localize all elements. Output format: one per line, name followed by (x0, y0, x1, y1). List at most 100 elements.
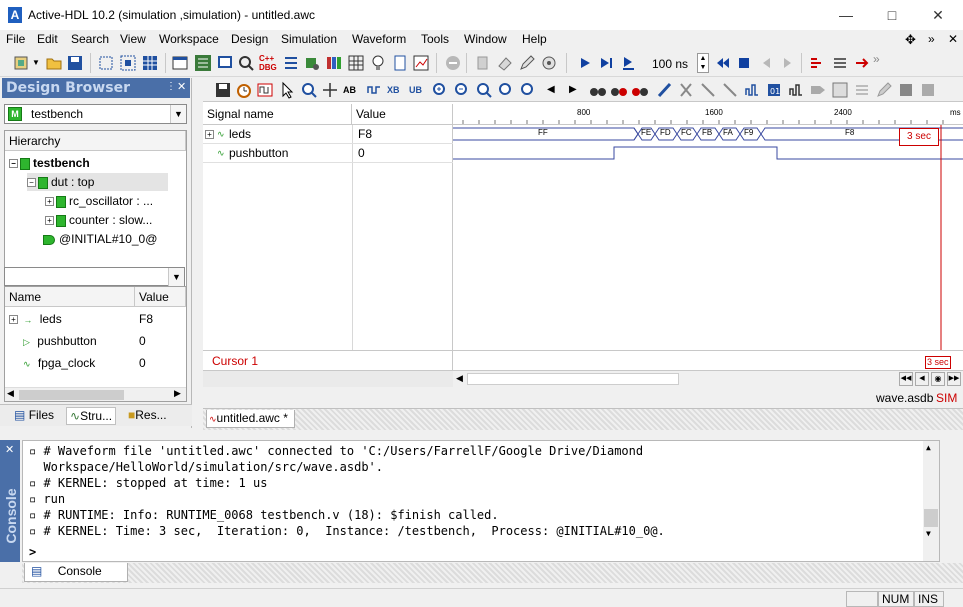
gray-square-icon[interactable] (919, 81, 937, 99)
hierarchy-icon[interactable] (194, 54, 212, 72)
chevron-down-icon[interactable]: ▼ (168, 268, 184, 286)
panel-pin-icon[interactable]: ⋮ (166, 81, 176, 92)
zoom-area-icon[interactable] (519, 81, 537, 99)
dbg-icon[interactable]: C++ DBG (259, 54, 277, 72)
prev-marker-icon[interactable]: ◀ (547, 81, 565, 99)
bit-select-icon[interactable] (699, 81, 717, 99)
library-icon[interactable] (303, 54, 321, 72)
expand-icon[interactable]: + (45, 216, 54, 226)
edit-disabled-icon[interactable] (875, 81, 893, 99)
zoom-fit-icon[interactable] (475, 81, 493, 99)
cursor-row[interactable]: Cursor 1 (203, 350, 453, 370)
tab-resources[interactable]: ■Res... (128, 408, 167, 422)
breakpoint-icon[interactable] (809, 54, 827, 72)
netlist-icon[interactable] (282, 54, 300, 72)
tab-console[interactable]: ▤ Console (24, 563, 128, 582)
tab-files[interactable]: ▤ Files (14, 408, 54, 422)
virtual-bus-icon[interactable]: XB (387, 81, 405, 99)
stop-icon[interactable] (735, 54, 753, 72)
pointer-icon[interactable] (279, 81, 297, 99)
menu-window[interactable]: Window (464, 32, 507, 46)
export-icon[interactable]: 01 (765, 81, 783, 99)
find-next-icon[interactable] (610, 81, 628, 99)
tree-item-initial-process[interactable]: @INITIAL#10_0@ (43, 230, 157, 248)
tree-item-dut[interactable]: − dut : top (27, 173, 168, 191)
binoculars-icon[interactable] (589, 81, 607, 99)
open-folder-icon[interactable] (45, 54, 63, 72)
stats-icon[interactable] (743, 81, 761, 99)
run-until-icon[interactable] (620, 54, 638, 72)
scroll-up-icon[interactable]: ▲ (926, 443, 931, 452)
panel-close-icon[interactable]: ✕ (177, 80, 186, 93)
save-icon[interactable] (66, 54, 84, 72)
signal-name-header[interactable]: Signal name (203, 104, 352, 125)
scroll-down-icon[interactable]: ▼ (926, 529, 931, 538)
compile-icon[interactable] (97, 54, 115, 72)
text-tool-icon[interactable]: AB (343, 81, 361, 99)
minimize-button[interactable]: — (823, 0, 869, 30)
scroll-thumb[interactable] (19, 390, 124, 400)
tree-item-rc-oscillator[interactable]: + rc_oscillator : ... (45, 192, 153, 210)
sim-time-field[interactable]: 100 ns (652, 57, 688, 71)
value-header[interactable]: Value (352, 104, 453, 125)
waveform-canvas[interactable]: FF FE FD FC FB FA F9 F8 3 sec (453, 125, 963, 350)
collapse-icon[interactable]: − (9, 159, 18, 169)
chevron-more-icon[interactable]: » (928, 32, 935, 46)
lightbulb-icon[interactable] (369, 54, 387, 72)
scroll-last-icon[interactable]: ▶▶ (947, 372, 961, 386)
step-forward-disabled-icon[interactable] (779, 54, 797, 72)
signal-row-fpga-clock[interactable]: ∿ fpga_clock 0 (23, 354, 185, 372)
menu-search[interactable]: Search (71, 32, 109, 46)
expand-icon[interactable]: + (9, 315, 18, 325)
window-icon[interactable] (171, 54, 189, 72)
scroll-left-icon[interactable]: ◀ (7, 388, 14, 399)
name-column-header[interactable]: Name (5, 287, 135, 307)
close-menu-icon[interactable]: ✕ (948, 32, 958, 46)
move-icon[interactable]: ✥ (905, 32, 916, 48)
tree-item-testbench[interactable]: − testbench (9, 154, 90, 172)
collapse-icon[interactable]: − (27, 178, 36, 188)
console-vscroll[interactable]: ▲ ▼ (923, 441, 939, 561)
clock-icon[interactable] (235, 81, 253, 99)
compare-icon[interactable] (831, 81, 849, 99)
goto-icon[interactable] (853, 54, 871, 72)
scroll-right-icon[interactable]: ▶ (174, 388, 181, 399)
edge-icon[interactable] (656, 81, 674, 99)
zoom-icon[interactable] (300, 81, 318, 99)
value-column-header[interactable]: Value (135, 287, 186, 307)
menu-design[interactable]: Design (231, 32, 268, 46)
run-for-icon[interactable] (598, 54, 616, 72)
find-icon[interactable] (237, 54, 255, 72)
menu-simulation[interactable]: Simulation (281, 32, 337, 46)
tab-structure[interactable]: ∿Stru... (66, 407, 117, 425)
restart-icon[interactable] (714, 54, 732, 72)
top-level-selector[interactable]: M testbench ▼ (4, 104, 187, 124)
console-close-icon[interactable]: ✕ (5, 443, 14, 456)
cut-icon[interactable] (677, 81, 695, 99)
zoom-range-icon[interactable] (497, 81, 515, 99)
scroll-left-icon[interactable]: ◀ (456, 373, 463, 384)
close-button[interactable]: ✕ (915, 0, 961, 30)
pen-icon[interactable] (518, 54, 536, 72)
stop-square-icon[interactable] (897, 81, 915, 99)
zoom-out-icon[interactable] (453, 81, 471, 99)
cursor-time-flag[interactable]: 3 sec (899, 128, 939, 146)
expand-icon[interactable]: + (205, 130, 214, 139)
cursor-time-marker[interactable]: 3 sec (925, 356, 951, 369)
run-icon[interactable] (576, 54, 594, 72)
scroll-prev-icon[interactable]: ◀ (915, 372, 929, 386)
signal-row-pushbutton[interactable]: ▷ pushbutton 0 (23, 332, 185, 350)
menu-view[interactable]: View (120, 32, 146, 46)
add-signal-icon[interactable] (365, 81, 383, 99)
zoom-in-icon[interactable] (431, 81, 449, 99)
tree-item-counter[interactable]: + counter : slow... (45, 211, 152, 229)
chart-icon[interactable] (412, 54, 430, 72)
cross-arrows-icon[interactable] (321, 81, 339, 99)
horizontal-scrollbar[interactable]: ◀ ▶ (5, 387, 186, 401)
expand-icon[interactable]: + (45, 197, 54, 207)
wave-row-pushbutton[interactable]: ∿ pushbutton 0 (203, 144, 453, 163)
console-output[interactable]: ▫ # Waveform file 'untitled.awc' connect… (22, 440, 940, 562)
maximize-button[interactable]: □ (869, 0, 915, 30)
compile-all-icon[interactable] (119, 54, 137, 72)
wave-row-leds[interactable]: + ∿ leds F8 (203, 125, 453, 144)
